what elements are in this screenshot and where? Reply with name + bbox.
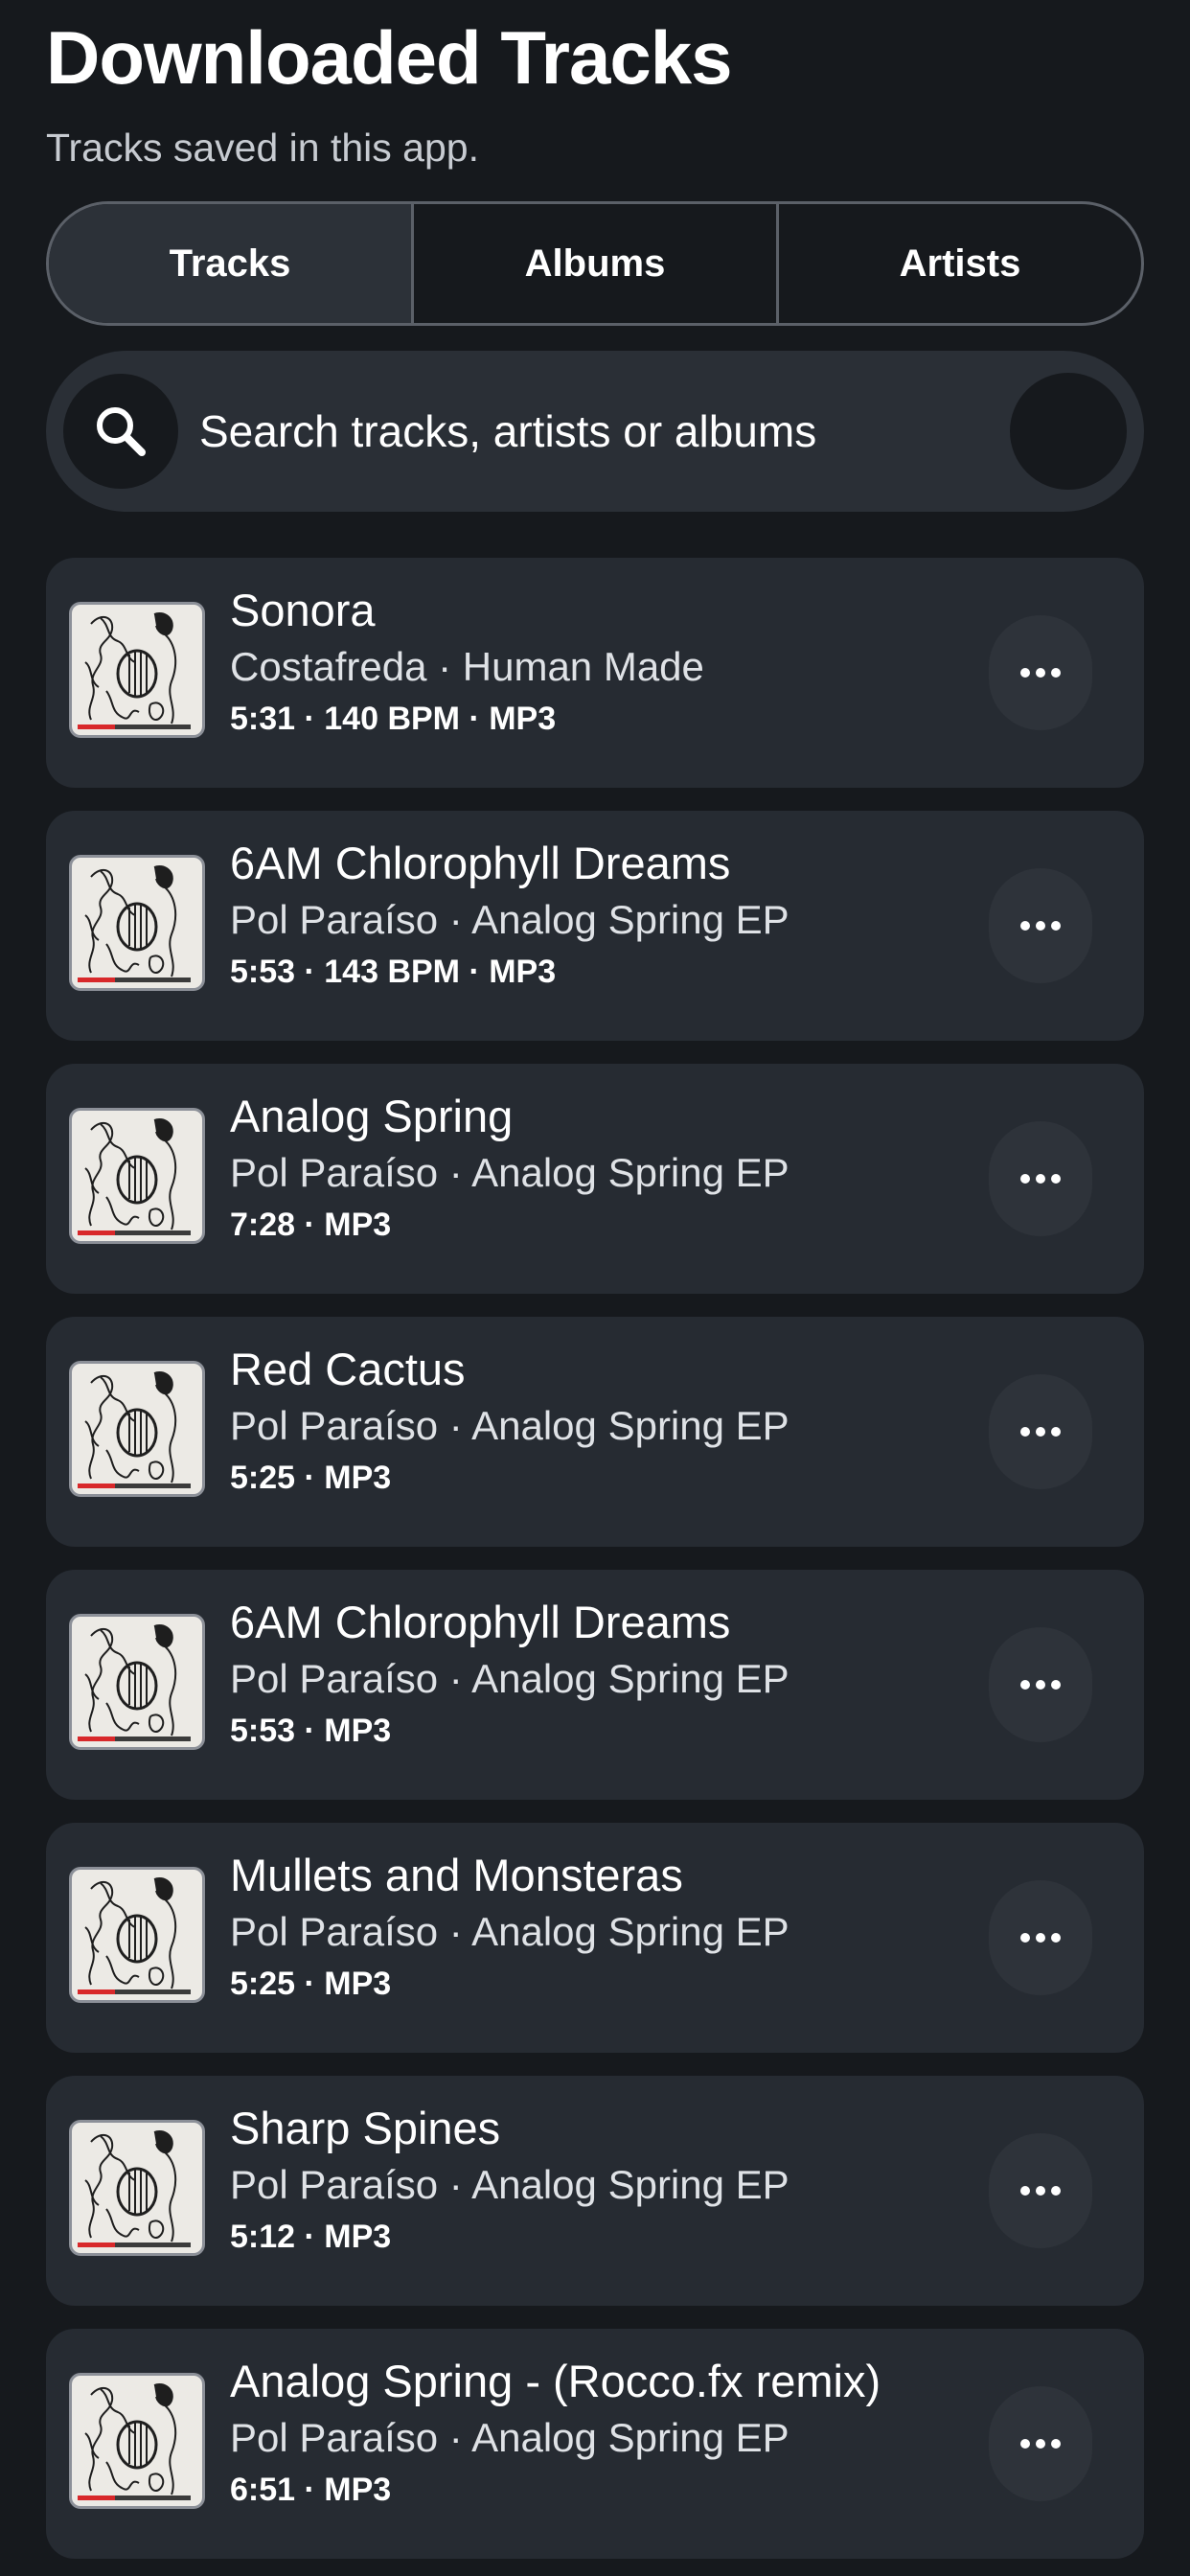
more-horizontal-icon [1020, 1427, 1061, 1437]
view-segmented-control: Tracks Albums Artists [46, 201, 1144, 326]
download-progress-bar [78, 978, 191, 982]
search-bar [46, 351, 1144, 512]
download-progress-bar [78, 1990, 191, 1994]
download-progress-bar [78, 2496, 191, 2500]
download-progress-bar [78, 2242, 191, 2247]
more-options-button[interactable] [989, 615, 1092, 730]
search-input[interactable] [178, 374, 1010, 489]
album-artwork-icon [69, 1108, 205, 1244]
track-row[interactable]: Red Cactus Pol Paraíso · Analog Spring E… [46, 1317, 1144, 1547]
tab-albums[interactable]: Albums [411, 204, 776, 323]
page-subtitle: Tracks saved in this app. [46, 126, 479, 170]
more-options-button[interactable] [989, 1880, 1092, 1995]
track-details: 5:12 · MP3 [230, 2219, 392, 2255]
track-title: Analog Spring - (Rocco.fx remix) [230, 2356, 881, 2406]
download-progress-bar [78, 1736, 191, 1741]
track-details: 5:25 · MP3 [230, 1966, 392, 2002]
track-details: 5:53 · 143 BPM · MP3 [230, 954, 557, 990]
download-progress-fill [78, 1230, 115, 1235]
track-details: 6:51 · MP3 [230, 2472, 392, 2508]
track-info: 6AM Chlorophyll Dreams Pol Paraíso · Ana… [230, 836, 1000, 995]
track-details: 5:25 · MP3 [230, 1460, 392, 1496]
track-artist-album: Pol Paraíso · Analog Spring EP [230, 2162, 790, 2207]
album-artwork-icon [69, 602, 205, 738]
download-progress-bar [78, 1230, 191, 1235]
album-artwork-icon [69, 2120, 205, 2256]
track-row[interactable]: Sonora Costafreda · Human Made 5:31 · 14… [46, 558, 1144, 788]
downloaded-tracks-screen: Downloaded Tracks Tracks saved in this a… [0, 0, 1190, 2576]
tab-tracks[interactable]: Tracks [49, 204, 411, 323]
search-icon[interactable] [63, 374, 178, 489]
more-options-button[interactable] [989, 868, 1092, 983]
track-info: Sonora Costafreda · Human Made 5:31 · 14… [230, 583, 1000, 742]
track-info: Mullets and Monsteras Pol Paraíso · Anal… [230, 1848, 1000, 2007]
track-artist-album: Costafreda · Human Made [230, 644, 704, 689]
download-progress-fill [78, 1736, 115, 1741]
track-row[interactable]: 6AM Chlorophyll Dreams Pol Paraíso · Ana… [46, 811, 1144, 1041]
track-artist-album: Pol Paraíso · Analog Spring EP [230, 1150, 790, 1195]
download-progress-fill [78, 2242, 115, 2247]
track-details: 7:28 · MP3 [230, 1207, 392, 1243]
more-horizontal-icon [1020, 2186, 1061, 2196]
track-info: Analog Spring - (Rocco.fx remix) Pol Par… [230, 2354, 1000, 2513]
more-options-button[interactable] [989, 1121, 1092, 1236]
download-progress-fill [78, 2496, 115, 2500]
track-artist-album: Pol Paraíso · Analog Spring EP [230, 1403, 790, 1448]
track-details: 5:31 · 140 BPM · MP3 [230, 701, 557, 737]
page-title: Downloaded Tracks [46, 15, 733, 100]
more-options-button[interactable] [989, 1374, 1092, 1489]
track-row[interactable]: Sharp Spines Pol Paraíso · Analog Spring… [46, 2076, 1144, 2306]
more-options-button[interactable] [989, 2133, 1092, 2248]
track-row[interactable]: Analog Spring - (Rocco.fx remix) Pol Par… [46, 2329, 1144, 2559]
album-artwork-icon [69, 2373, 205, 2509]
track-title: 6AM Chlorophyll Dreams [230, 1597, 731, 1647]
track-title: Red Cactus [230, 1344, 466, 1394]
download-progress-fill [78, 1484, 115, 1488]
track-info: Sharp Spines Pol Paraíso · Analog Spring… [230, 2101, 1000, 2260]
track-details: 5:53 · MP3 [230, 1713, 392, 1749]
track-artist-album: Pol Paraíso · Analog Spring EP [230, 2415, 790, 2460]
album-artwork-icon [69, 1867, 205, 2003]
download-progress-bar [78, 1484, 191, 1488]
more-horizontal-icon [1020, 668, 1061, 678]
track-info: Red Cactus Pol Paraíso · Analog Spring E… [230, 1342, 1000, 1501]
more-horizontal-icon [1020, 1174, 1061, 1184]
more-options-button[interactable] [989, 1627, 1092, 1742]
album-artwork-icon [69, 1361, 205, 1497]
track-title: 6AM Chlorophyll Dreams [230, 838, 731, 888]
track-artist-album: Pol Paraíso · Analog Spring EP [230, 897, 790, 942]
track-row[interactable]: 6AM Chlorophyll Dreams Pol Paraíso · Ana… [46, 1570, 1144, 1800]
more-horizontal-icon [1020, 1680, 1061, 1690]
download-progress-fill [78, 1990, 115, 1994]
track-title: Sonora [230, 585, 376, 635]
album-artwork-icon [69, 855, 205, 991]
track-list: Sonora Costafreda · Human Made 5:31 · 14… [46, 558, 1144, 2576]
track-row[interactable]: Analog Spring Pol Paraíso · Analog Sprin… [46, 1064, 1144, 1294]
track-title: Analog Spring [230, 1091, 514, 1141]
track-artist-album: Pol Paraíso · Analog Spring EP [230, 1656, 790, 1701]
track-title: Sharp Spines [230, 2103, 501, 2153]
track-title: Mullets and Monsteras [230, 1850, 683, 1900]
track-info: 6AM Chlorophyll Dreams Pol Paraíso · Ana… [230, 1595, 1000, 1754]
track-info: Analog Spring Pol Paraíso · Analog Sprin… [230, 1089, 1000, 1248]
download-progress-bar [78, 724, 191, 729]
album-artwork-icon [69, 1614, 205, 1750]
more-horizontal-icon [1020, 921, 1061, 931]
download-progress-fill [78, 978, 115, 982]
more-horizontal-icon [1020, 2439, 1061, 2449]
more-horizontal-icon [1020, 1933, 1061, 1943]
download-progress-fill [78, 724, 115, 729]
more-options-button[interactable] [989, 2386, 1092, 2501]
track-artist-album: Pol Paraíso · Analog Spring EP [230, 1909, 790, 1954]
search-clear-button[interactable] [1010, 373, 1127, 490]
track-row[interactable]: Mullets and Monsteras Pol Paraíso · Anal… [46, 1823, 1144, 2053]
tab-artists[interactable]: Artists [776, 204, 1141, 323]
